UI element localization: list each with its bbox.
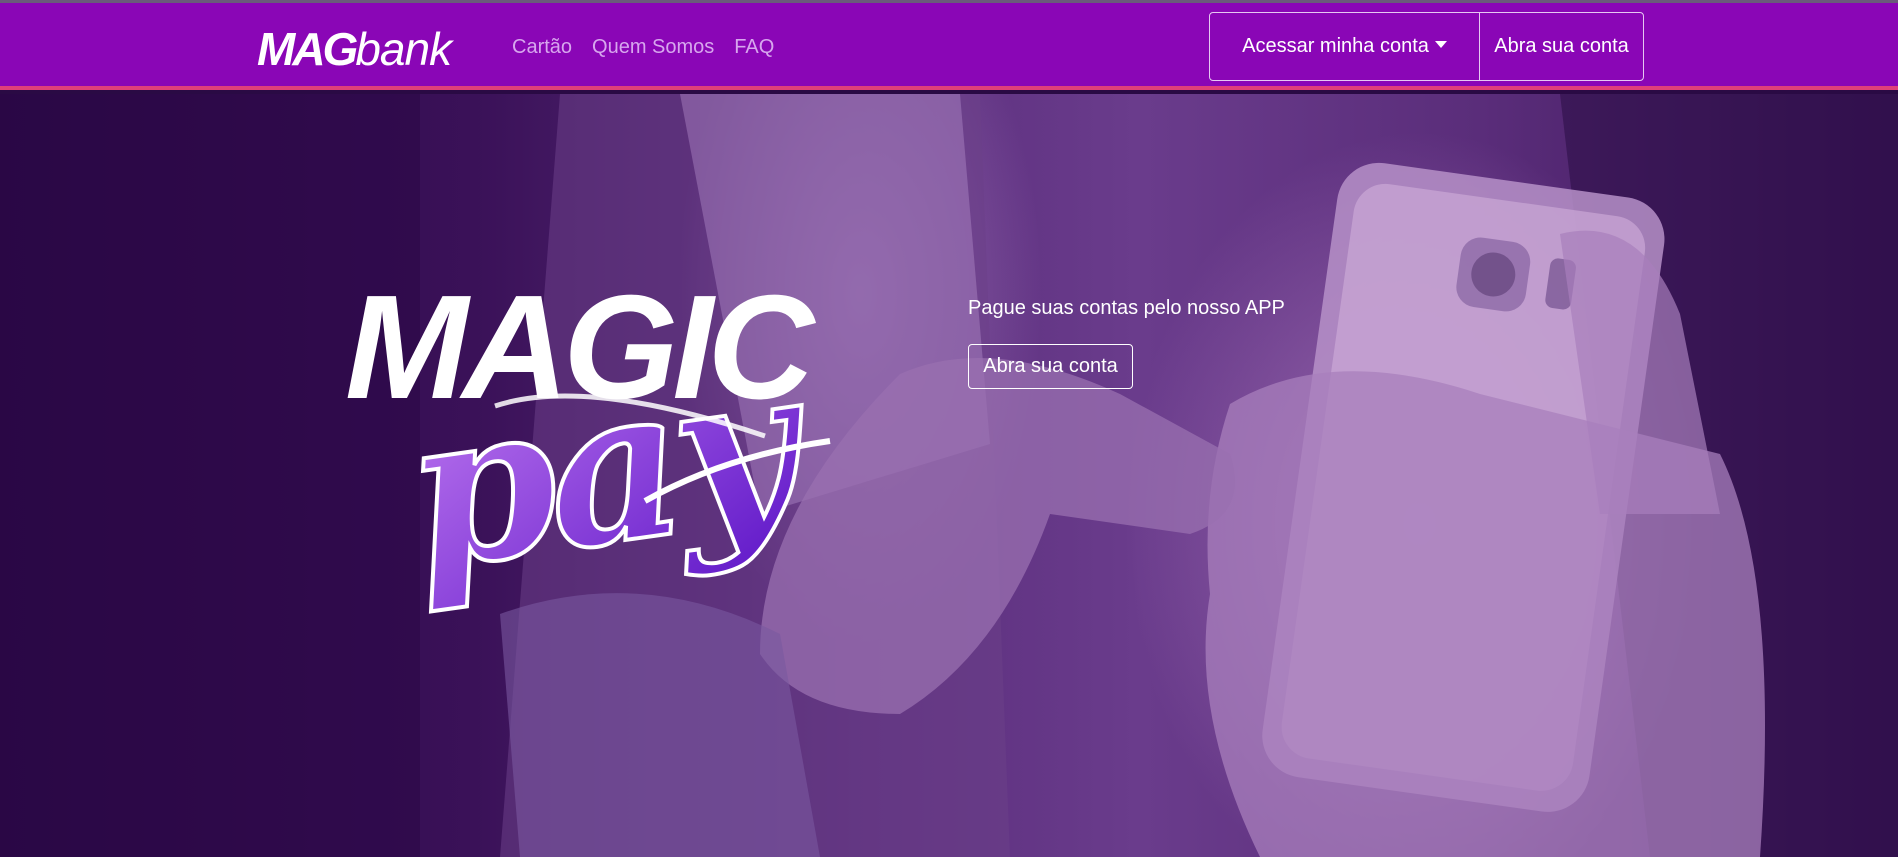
open-account-label: Abra sua conta xyxy=(1494,35,1629,57)
access-account-dropdown-button[interactable]: Acessar minha conta xyxy=(1210,13,1480,80)
open-account-button[interactable]: Abra sua conta xyxy=(1480,13,1643,80)
hero-open-account-label: Abra sua conta xyxy=(983,355,1118,377)
nav-button-group: Acessar minha conta Abra sua conta xyxy=(1209,12,1644,81)
navbar: MAGbank Cartão Quem Somos FAQ Acessar mi… xyxy=(0,3,1898,90)
nav-link-quem-somos[interactable]: Quem Somos xyxy=(592,36,714,59)
magic-pay-logo: MAGIC pay xyxy=(345,276,831,620)
nav-link-cartao[interactable]: Cartão xyxy=(512,36,572,59)
brand-mag: MAG xyxy=(257,23,358,75)
caret-down-icon xyxy=(1434,41,1447,48)
magbank-logo[interactable]: MAGbank xyxy=(257,23,452,75)
hero-tagline: Pague suas contas pelo nosso APP xyxy=(968,297,1285,319)
nav-link-faq[interactable]: FAQ xyxy=(734,36,774,59)
access-account-label: Acessar minha conta xyxy=(1242,35,1429,57)
hero-open-account-button[interactable]: Abra sua conta xyxy=(968,344,1133,389)
hero-background-image xyxy=(0,94,1898,857)
nav-links: Cartão Quem Somos FAQ xyxy=(512,36,774,59)
hero-banner: MAGIC pay Pague suas contas pelo nosso A… xyxy=(0,94,1898,857)
brand-bank: bank xyxy=(355,23,452,75)
